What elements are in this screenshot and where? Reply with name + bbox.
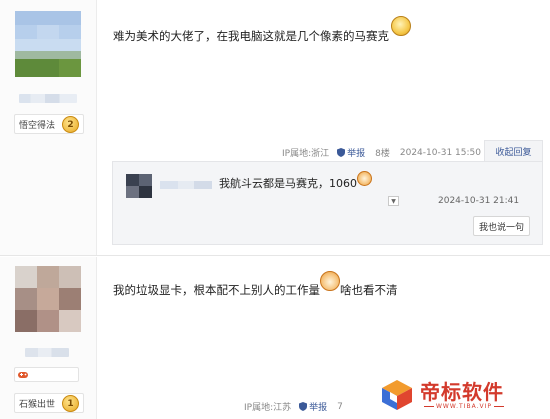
author-sidebar: 悟空得法 2 bbox=[0, 0, 97, 255]
post-meta: IP属地:浙江 举报 8楼 2024-10-31 15:50 bbox=[282, 146, 481, 160]
report-label: 举报 bbox=[347, 149, 366, 159]
user-badge-label: 石猴出世 bbox=[19, 399, 56, 410]
user-badge[interactable]: 悟空得法 2 bbox=[14, 114, 84, 134]
post-time: 2024-10-31 15:50 bbox=[399, 147, 481, 158]
report-shield-icon bbox=[337, 148, 346, 157]
cool-face-emoji-icon bbox=[391, 16, 411, 36]
level-badge-icon: 1 bbox=[62, 395, 79, 412]
post-content: 难为美术的大佬了，在我电脑这就是几个像素的马赛克 bbox=[113, 16, 411, 45]
game-badge[interactable] bbox=[14, 367, 79, 382]
reply-content: 我航斗云都是马赛克，1060 bbox=[219, 171, 372, 191]
reply-button[interactable]: 我也说一句 bbox=[473, 216, 530, 236]
avatar[interactable] bbox=[15, 11, 81, 77]
post-text: 难为美术的大佬了，在我电脑这就是几个像素的马赛克 bbox=[113, 29, 389, 43]
floor-number: 8楼 bbox=[375, 149, 390, 159]
post-meta: IP属地:江苏 举报 7 bbox=[244, 400, 343, 414]
watermark-subtitle: WWW.TIBA.VIP bbox=[422, 403, 506, 410]
reply-avatar[interactable] bbox=[126, 174, 152, 198]
avatar[interactable] bbox=[15, 266, 81, 332]
watermark-title: 帝标软件 bbox=[420, 380, 504, 404]
report-link[interactable]: 举报 bbox=[299, 400, 327, 413]
crying-face-emoji-icon bbox=[320, 271, 340, 291]
report-link[interactable]: 举报 bbox=[337, 146, 365, 159]
reply-box: 我航斗云都是马赛克，1060 ▼ 2024-10-31 21:41 我也说一句 bbox=[112, 161, 543, 245]
watermark-logo-icon bbox=[382, 380, 412, 410]
chevron-down-icon[interactable]: ▼ bbox=[388, 196, 399, 206]
post-content: 我的垃圾显卡，根本配不上别人的工作量 啥也看不清 bbox=[113, 271, 398, 299]
report-label: 举报 bbox=[309, 403, 328, 413]
watermark: 帝标软件 WWW.TIBA.VIP bbox=[378, 376, 538, 416]
post-1: 悟空得法 2 难为美术的大佬了，在我电脑这就是几个像素的马赛克 IP属地:浙江 … bbox=[0, 0, 550, 256]
level-badge-icon: 2 bbox=[62, 116, 79, 133]
collapse-replies-button[interactable]: 收起回复 bbox=[484, 140, 543, 162]
user-badge-label: 悟空得法 bbox=[19, 120, 56, 131]
ip-location: IP属地:浙江 bbox=[282, 149, 330, 159]
reply-time: 2024-10-31 21:41 bbox=[438, 196, 520, 206]
post-text-after: 啥也看不清 bbox=[340, 283, 398, 297]
author-sidebar: 石猴出世 1 bbox=[0, 257, 97, 419]
username-blurred[interactable] bbox=[19, 94, 77, 103]
user-badge[interactable]: 石猴出世 1 bbox=[14, 393, 84, 413]
reply-text: 我航斗云都是马赛克，1060 bbox=[219, 177, 357, 190]
post-text-before: 我的垃圾显卡，根本配不上别人的工作量 bbox=[113, 283, 320, 297]
reply-username-blurred[interactable] bbox=[160, 181, 212, 189]
username-blurred[interactable] bbox=[25, 348, 69, 357]
floor-number: 7 bbox=[337, 401, 343, 412]
gamepad-icon bbox=[18, 372, 28, 378]
face-emoji-icon bbox=[357, 171, 372, 186]
report-shield-icon bbox=[299, 402, 308, 411]
ip-location: IP属地:江苏 bbox=[244, 403, 292, 413]
